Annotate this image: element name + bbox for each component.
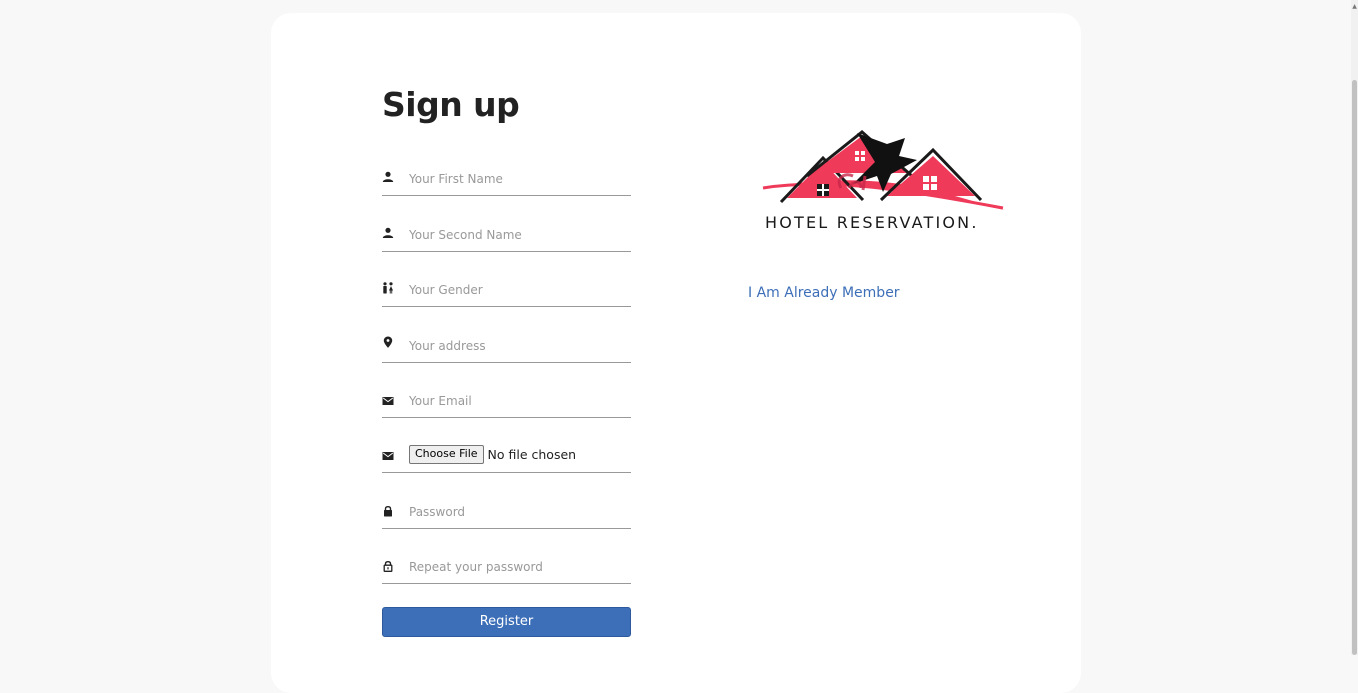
second-name-input[interactable] xyxy=(409,221,629,249)
password-input[interactable] xyxy=(409,498,629,526)
already-member-link[interactable]: I Am Already Member xyxy=(748,285,900,301)
gender-input[interactable] xyxy=(409,276,629,304)
email-field xyxy=(382,387,631,418)
envelope-icon xyxy=(382,395,394,407)
lock-icon xyxy=(382,505,394,517)
choose-file-button[interactable]: Choose File xyxy=(409,445,484,464)
person-icon xyxy=(382,171,394,183)
signup-card: Sign up Your First Name Your Second Name… xyxy=(271,13,1081,693)
map-pin-icon xyxy=(382,336,394,348)
gender-icon xyxy=(382,282,394,294)
file-status-text: No file chosen xyxy=(487,447,577,462)
gender-field xyxy=(382,276,631,307)
address-field xyxy=(382,332,631,363)
person-icon xyxy=(382,227,394,239)
page-title: Sign up xyxy=(382,85,520,124)
first-name-input[interactable] xyxy=(409,165,629,193)
first-name-field xyxy=(382,165,631,196)
address-input[interactable] xyxy=(409,332,629,360)
register-button[interactable]: Register xyxy=(382,607,631,637)
password-field xyxy=(382,498,631,529)
repeat-password-field xyxy=(382,553,631,584)
lock-open-icon xyxy=(382,560,394,572)
envelope-icon xyxy=(382,450,394,462)
email-input[interactable] xyxy=(409,387,629,415)
file-picker: Choose File No file chosen xyxy=(409,445,576,464)
file-field: Choose File No file chosen xyxy=(382,442,631,473)
logo-text: HOTEL RESERVATION. xyxy=(765,213,979,232)
second-name-field xyxy=(382,221,631,252)
scroll-up-icon[interactable]: ▲ xyxy=(1351,0,1358,14)
scrollbar-thumb[interactable] xyxy=(1352,80,1357,655)
repeat-password-input[interactable] xyxy=(409,553,629,581)
